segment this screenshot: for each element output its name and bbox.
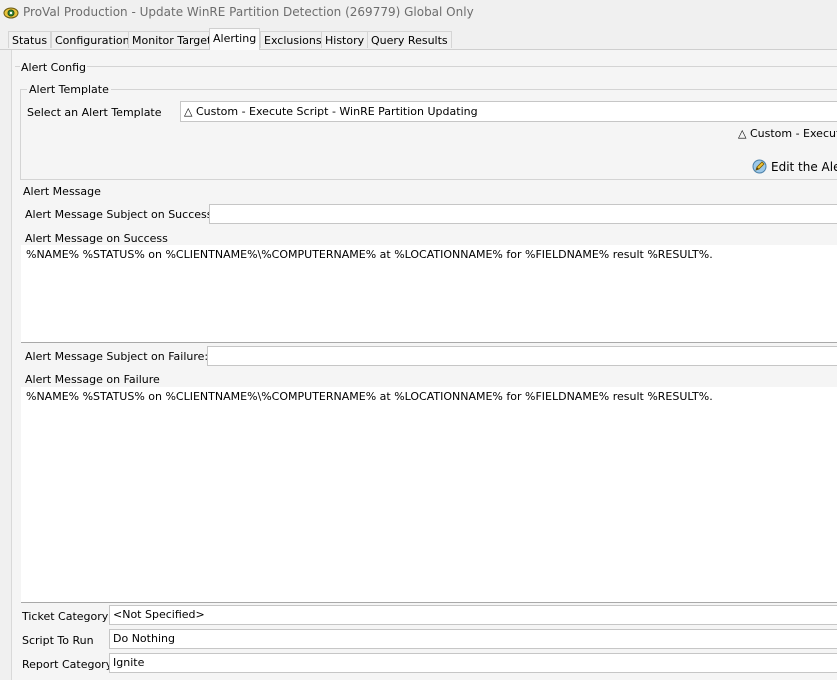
subject-failure-label: Alert Message Subject on Failure: xyxy=(25,350,209,363)
tab-query-results[interactable]: Query Results xyxy=(367,31,452,48)
subject-success-label: Alert Message Subject on Success: xyxy=(25,208,217,221)
tab-monitor-target[interactable]: Monitor Target xyxy=(128,31,216,48)
report-category-label: Report Category xyxy=(22,658,113,671)
script-to-run-select[interactable]: Do Nothing xyxy=(109,629,837,649)
edit-alert-icon[interactable] xyxy=(752,159,767,174)
app-monitor-icon xyxy=(3,7,19,19)
success-message-label: Alert Message on Success xyxy=(25,232,168,245)
alert-message-label: Alert Message xyxy=(23,185,101,198)
subject-success-input[interactable] xyxy=(209,204,837,224)
failure-message-textarea[interactable]: %NAME% %STATUS% on %CLIENTNAME%\%COMPUTE… xyxy=(21,387,837,602)
subject-failure-input[interactable] xyxy=(207,346,837,366)
alert-template-select[interactable]: △ Custom - Execute Script - WinRE Partit… xyxy=(180,101,837,122)
title-bar: ProVal Production - Update WinRE Partiti… xyxy=(0,0,837,26)
ticket-category-select[interactable]: <Not Specified> xyxy=(109,605,837,625)
tab-status[interactable]: Status xyxy=(8,31,52,48)
success-splitter[interactable] xyxy=(21,342,837,343)
tab-alerting[interactable]: Alerting xyxy=(209,28,261,50)
tab-configuration[interactable]: Configuration xyxy=(51,31,134,48)
success-message-textarea[interactable]: %NAME% %STATUS% on %CLIENTNAME%\%COMPUTE… xyxy=(21,245,837,342)
tab-history[interactable]: History xyxy=(321,31,369,48)
select-template-label: Select an Alert Template xyxy=(27,106,162,119)
tab-exclusions[interactable]: Exclusions xyxy=(260,31,326,48)
failure-message-label: Alert Message on Failure xyxy=(25,373,160,386)
edit-alert-link[interactable]: Edit the Alert xyxy=(771,160,837,174)
template-preview-text: △ Custom - Execute xyxy=(738,127,837,140)
alert-config-label: Alert Config xyxy=(20,61,87,74)
window-title: ProVal Production - Update WinRE Partiti… xyxy=(23,5,474,19)
report-category-select[interactable]: Ignite xyxy=(109,653,837,673)
failure-splitter[interactable] xyxy=(21,602,837,603)
script-to-run-label: Script To Run xyxy=(22,634,94,647)
ticket-category-label: Ticket Category xyxy=(22,610,109,623)
alert-config-group xyxy=(15,66,837,69)
alert-template-label: Alert Template xyxy=(27,83,111,96)
